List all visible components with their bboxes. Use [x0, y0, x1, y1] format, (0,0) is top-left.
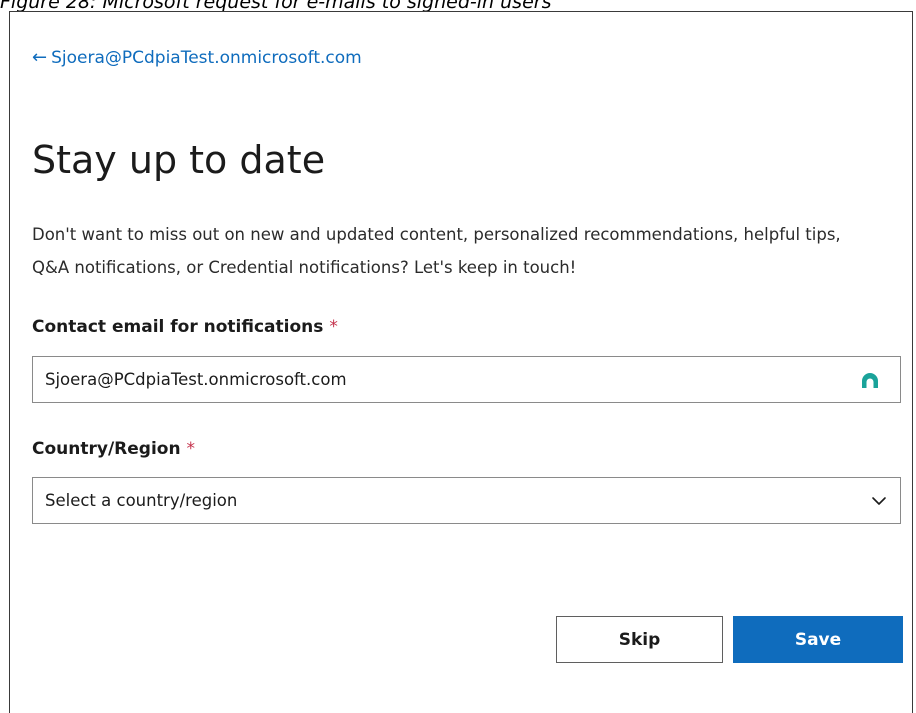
save-button[interactable]: Save	[733, 616, 903, 663]
dialog-panel: ← Sjoera@PCdpiaTest.onmicrosoft.com Stay…	[9, 11, 913, 713]
chevron-down-icon-graphic	[872, 496, 886, 505]
password-manager-icon-graphic	[862, 372, 878, 388]
password-manager-icon[interactable]	[858, 368, 882, 392]
country-field-label: Country/Region *	[32, 439, 195, 459]
email-field[interactable]: Sjoera@PCdpiaTest.onmicrosoft.com	[32, 356, 901, 403]
country-select-value: Select a country/region	[45, 491, 238, 510]
page-description: Don't want to miss out on new and update…	[32, 225, 841, 277]
back-link[interactable]: ← Sjoera@PCdpiaTest.onmicrosoft.com	[32, 48, 362, 68]
account-email: Sjoera@PCdpiaTest.onmicrosoft.com	[51, 48, 362, 68]
skip-button[interactable]: Skip	[556, 616, 723, 663]
country-select[interactable]: Select a country/region	[32, 477, 901, 524]
back-arrow-icon: ←	[32, 47, 48, 68]
chevron-down-icon	[870, 492, 888, 510]
email-label-text: Contact email for notifications	[32, 317, 324, 337]
country-label-text: Country/Region	[32, 439, 181, 459]
email-field-label: Contact email for notifications *	[32, 317, 338, 337]
required-marker: *	[186, 439, 195, 459]
page-title: Stay up to date	[32, 138, 326, 182]
required-marker: *	[329, 317, 338, 337]
email-field-value: Sjoera@PCdpiaTest.onmicrosoft.com	[45, 370, 347, 389]
